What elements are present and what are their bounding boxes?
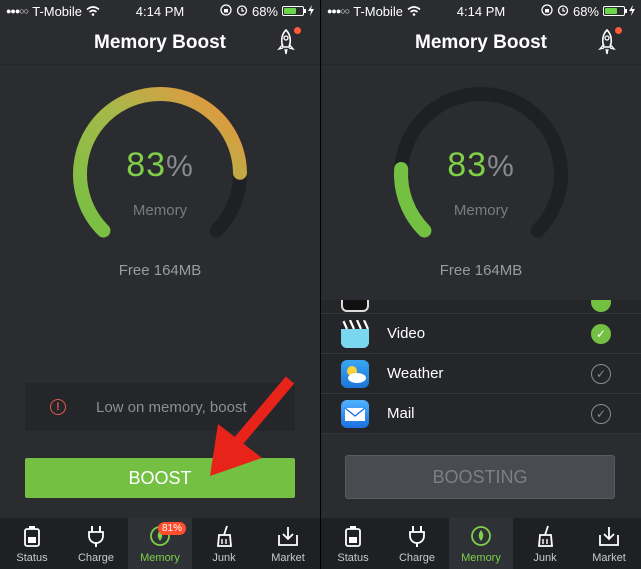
memory-percent-value: 83: [126, 146, 167, 184]
weather-app-icon: [341, 359, 369, 388]
app-name: Weather: [387, 365, 444, 382]
battery-icon: [603, 6, 627, 16]
app-name: Mail: [387, 405, 415, 422]
mail-app-icon: [341, 399, 369, 428]
list-item: [321, 300, 641, 314]
tab-memory-label: Memory: [140, 552, 180, 564]
warning-icon: !: [50, 399, 66, 415]
free-memory-text: Free 164MB: [439, 262, 523, 279]
memory-percent-value: 83: [447, 146, 488, 184]
tab-charge[interactable]: Charge: [64, 518, 128, 569]
app-header: Memory Boost: [321, 22, 641, 64]
memory-gauge: 83% Memory: [60, 82, 260, 262]
carrier-name: T-Mobile: [32, 3, 83, 19]
tab-status-label: Status: [337, 552, 369, 564]
tab-status[interactable]: Status: [0, 518, 64, 569]
battery-icon: [20, 524, 44, 548]
status-bar: ●●●○○ T-Mobile 4:14 PM 68%: [0, 0, 320, 22]
download-icon: [276, 524, 300, 548]
app-icon: [341, 300, 369, 312]
page-title: Memory Boost: [94, 32, 226, 53]
charging-bolt-icon: [308, 4, 314, 19]
tab-bar: Status Charge 81% Memory Junk Market: [0, 518, 320, 569]
checked-icon[interactable]: ✓: [591, 323, 611, 344]
lock-rotation-icon: [220, 3, 232, 19]
battery-percent: 68%: [251, 3, 278, 19]
check-icon[interactable]: [591, 300, 611, 312]
left-screen: ●●●○○ T-Mobile 4:14 PM 68% Memory Boost: [0, 0, 320, 569]
tab-bar: Status Charge Memory Junk Market: [321, 518, 641, 569]
memory-badge: 81%: [158, 522, 187, 535]
percent-symbol: %: [166, 150, 194, 183]
gauge-label: Memory: [132, 202, 188, 219]
tab-status-label: Status: [16, 552, 48, 564]
broom-icon: [212, 524, 236, 548]
tab-market-label: Market: [592, 552, 626, 564]
notification-dot: [294, 27, 301, 34]
list-item[interactable]: Weather ✓: [321, 354, 641, 394]
download-icon: [597, 524, 621, 548]
page-title: Memory Boost: [415, 32, 547, 53]
battery-percent: 68%: [572, 3, 599, 19]
red-arrow-annotation: [210, 376, 295, 476]
broom-icon: [533, 524, 557, 548]
tab-memory[interactable]: 81% Memory: [128, 518, 192, 569]
boosting-button[interactable]: BOOSTING: [345, 455, 615, 499]
app-header: Memory Boost: [0, 22, 320, 64]
tab-status[interactable]: Status: [321, 518, 385, 569]
app-name: Video: [387, 325, 426, 342]
memory-percent: 83%: [60, 146, 260, 185]
tab-charge-label: Charge: [77, 552, 115, 564]
signal-icon: ●●●○○: [327, 6, 350, 16]
list-item[interactable]: Video ✓: [321, 314, 641, 354]
memory-icon: [469, 524, 493, 548]
lock-rotation-icon: [541, 3, 553, 19]
free-memory-text: Free 164MB: [118, 262, 202, 279]
tab-charge[interactable]: Charge: [385, 518, 449, 569]
header-divider: [0, 64, 320, 65]
alarm-icon: [557, 4, 569, 19]
tab-junk[interactable]: Junk: [513, 518, 577, 569]
unchecked-icon[interactable]: ✓: [591, 403, 611, 424]
wifi-icon: [86, 4, 100, 19]
carrier-name: T-Mobile: [353, 3, 404, 19]
alarm-icon: [236, 4, 248, 19]
unchecked-icon[interactable]: ✓: [591, 363, 611, 384]
battery-icon: [282, 6, 306, 16]
memory-percent: 83%: [381, 146, 581, 185]
status-bar: ●●●○○ T-Mobile 4:14 PM 68%: [321, 0, 641, 22]
right-screen: ●●●○○ T-Mobile 4:14 PM 68% Memory Boost: [321, 0, 641, 569]
battery-icon: [341, 524, 365, 548]
header-divider: [321, 64, 641, 65]
memory-gauge: 83% Memory: [381, 82, 581, 262]
notification-dot: [615, 27, 622, 34]
tab-junk[interactable]: Junk: [192, 518, 256, 569]
percent-symbol: %: [487, 150, 515, 183]
wifi-icon: [407, 4, 421, 19]
rocket-icon[interactable]: [274, 27, 301, 56]
gauge-label: Memory: [453, 202, 509, 219]
app-list: Video ✓ Weather ✓ Mail ✓: [321, 300, 641, 434]
video-app-icon: [341, 319, 369, 348]
tab-memory[interactable]: Memory: [449, 518, 513, 569]
tab-market-label: Market: [271, 552, 305, 564]
tab-market[interactable]: Market: [256, 518, 320, 569]
tab-memory-label: Memory: [461, 552, 501, 564]
plug-icon: [84, 524, 108, 548]
tab-market[interactable]: Market: [577, 518, 641, 569]
tab-charge-label: Charge: [398, 552, 436, 564]
plug-icon: [405, 524, 429, 548]
tab-junk-label: Junk: [212, 552, 236, 564]
rocket-icon[interactable]: [595, 27, 622, 56]
list-item[interactable]: Mail ✓: [321, 394, 641, 434]
signal-icon: ●●●○○: [6, 6, 29, 16]
tab-junk-label: Junk: [533, 552, 557, 564]
charging-bolt-icon: [629, 4, 635, 19]
